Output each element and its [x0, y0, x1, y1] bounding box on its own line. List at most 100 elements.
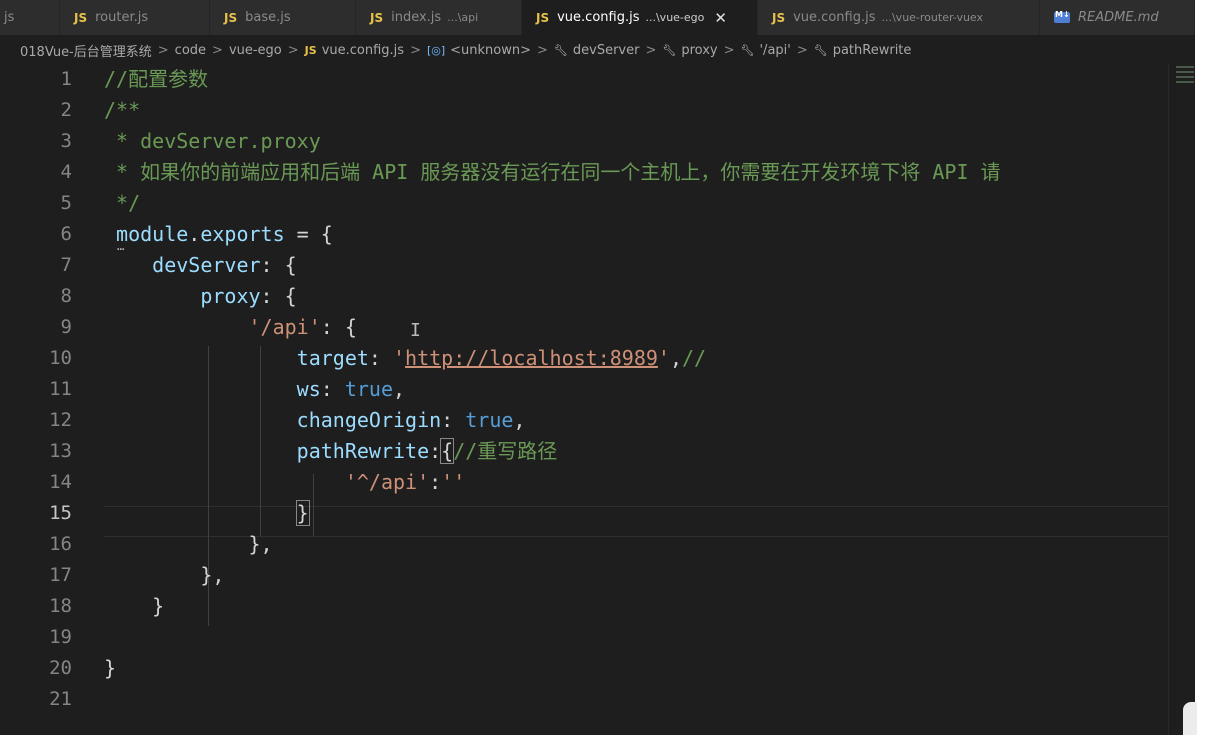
line-number: 9 [60, 316, 72, 338]
breadcrumb-label: 018Vue-后台管理系统 [20, 44, 152, 60]
code-text: } [295, 500, 310, 526]
code-text: module.exports = { [116, 222, 333, 246]
tab-label: router.js [95, 10, 149, 25]
code-line[interactable]: 6 module.exports = { [0, 219, 1170, 250]
wrench-icon: 🔧︎ [740, 43, 755, 57]
wrench-icon: 🔧︎ [813, 43, 828, 57]
js-file-icon: JS [772, 10, 786, 25]
breadcrumb-item[interactable]: 🔧︎ proxy [662, 43, 717, 58]
line-number: 4 [60, 161, 72, 183]
line-number: 12 [49, 409, 72, 431]
code-line[interactable]: 5 */ [0, 188, 1170, 219]
breadcrumb-separator: > [410, 42, 421, 58]
tab-label: index.js [391, 10, 442, 25]
breadcrumb-item[interactable]: 🔧︎ pathRewrite [814, 43, 912, 58]
code-text: devServer: { [152, 253, 297, 277]
tab-readme[interactable]: README.md [1040, 0, 1195, 35]
window-corner [1183, 702, 1197, 735]
code-text: } [104, 594, 165, 618]
editor-tab-bar: js JS router.js JS base.js JS index.js .… [0, 0, 1195, 36]
tab-router-js[interactable]: JS router.js [60, 0, 210, 35]
breadcrumb-item[interactable]: 🔧︎ devServer [554, 43, 640, 58]
code-editor[interactable]: ⋯ I 1//配置参数 2/** 3 * devServer.proxy 4 * 如果… [0, 64, 1170, 735]
line-number: 6 [60, 223, 72, 245]
code-text: ws: true, [296, 377, 406, 401]
tab-index-js[interactable]: JS index.js ...\api [356, 0, 522, 35]
object-icon: [◎] [426, 43, 446, 57]
code-text: } [104, 656, 117, 680]
code-line[interactable]: 18 } [0, 591, 1170, 622]
tab-label: vue.config.js [793, 10, 876, 25]
code-line[interactable]: 1 //配置参数 [0, 64, 1170, 95]
close-icon[interactable]: ✕ [714, 9, 727, 27]
code-line[interactable]: 20} [0, 653, 1170, 684]
code-text: * devServer.proxy [104, 129, 321, 153]
line-number: 10 [49, 347, 72, 369]
line-number: 2 [60, 99, 72, 121]
breadcrumb-label: proxy [681, 42, 718, 58]
line-number: 18 [49, 595, 72, 617]
line-number: 19 [49, 626, 72, 648]
breadcrumb-item[interactable]: JS vue.config.js [305, 43, 404, 58]
breadcrumb-label: code [174, 42, 207, 58]
line-number: 1 [60, 68, 72, 90]
tab-label: README.md [1078, 10, 1159, 25]
breadcrumb-separator: > [723, 42, 735, 58]
code-line[interactable]: 21 [0, 684, 1170, 715]
code-line[interactable]: 16 }, [0, 529, 1170, 560]
tab-path: ...\api [447, 11, 479, 24]
line-number: 7 [60, 254, 72, 276]
breadcrumb-separator: > [796, 42, 808, 58]
code-line[interactable]: 14 '^/api':'' [0, 467, 1170, 498]
breadcrumb-item[interactable]: vue-ego [229, 43, 282, 58]
code-line[interactable]: 17 }, [0, 560, 1170, 591]
code-line[interactable]: 10 target: 'http://localhost:8989',// [0, 343, 1170, 374]
markdown-file-icon [1054, 10, 1070, 23]
screen-edge [1195, 0, 1211, 735]
breadcrumb: 018Vue-后台管理系统 > code > vue-ego > JS vue.c… [0, 36, 1195, 64]
js-file-icon: JS [74, 10, 88, 25]
code-text: * 如果你的前端应用和后端 API 服务器没有运行在同一个主机上，你需要在开发环… [104, 160, 1001, 184]
line-number: 17 [49, 564, 72, 586]
minimap[interactable] [1176, 66, 1194, 102]
code-line[interactable]: 3 * devServer.proxy [0, 126, 1170, 157]
breadcrumb-separator: > [212, 42, 223, 58]
tab-label: js [4, 10, 15, 25]
code-line[interactable]: 19 [0, 622, 1170, 653]
breadcrumb-label: '/api' [759, 42, 791, 58]
breadcrumb-label: vue-ego [228, 42, 282, 58]
vertical-scrollbar[interactable] [1168, 64, 1196, 735]
line-number: 20 [49, 657, 72, 679]
breadcrumb-separator: > [287, 42, 299, 58]
code-text: //配置参数 [104, 67, 209, 91]
code-text: changeOrigin: true, [296, 408, 526, 432]
code-text: }, [104, 532, 273, 556]
code-line[interactable]: 15 } [0, 498, 1170, 529]
code-line[interactable]: 11 ws: true, [0, 374, 1170, 405]
code-line[interactable]: 7 devServer: { [0, 250, 1170, 281]
tab-base-js[interactable]: JS base.js [210, 0, 356, 35]
tab-vue-config-active[interactable]: JS vue.config.js ...\vue-ego ✕ [522, 0, 758, 35]
code-line[interactable]: 13 pathRewrite:{//重写路径 [0, 436, 1170, 467]
code-line[interactable]: 9 '/api': { [0, 312, 1170, 343]
breadcrumb-label: vue.config.js [321, 42, 405, 58]
code-line[interactable]: 12 changeOrigin: true, [0, 405, 1170, 436]
code-text: }, [104, 563, 225, 587]
js-file-icon: JS [536, 10, 550, 25]
tab-label: vue.config.js [557, 10, 640, 25]
code-line[interactable]: 4 * 如果你的前端应用和后端 API 服务器没有运行在同一个主机上，你需要在开… [0, 157, 1170, 188]
breadcrumb-label: devServer [572, 42, 640, 58]
breadcrumb-separator: > [537, 42, 548, 58]
code-line[interactable]: 8 proxy: { [0, 281, 1170, 312]
tab-vue-config-router[interactable]: JS vue.config.js ...\vue-router-vuex [758, 0, 1040, 35]
tab-partial[interactable]: js [0, 0, 60, 35]
line-number: 21 [49, 688, 72, 710]
code-line[interactable]: 2 /** [0, 95, 1170, 126]
js-file-icon: JS [370, 10, 384, 25]
breadcrumb-item[interactable]: [◎] <unknown> [427, 43, 531, 58]
breadcrumb-item[interactable]: 018Vue-后台管理系统 [20, 41, 152, 60]
breadcrumb-item[interactable]: 🔧︎ '/api' [741, 43, 791, 58]
wrench-icon: 🔧︎ [662, 43, 677, 57]
breadcrumb-item[interactable]: code [175, 43, 206, 58]
tab-label: base.js [245, 10, 291, 25]
